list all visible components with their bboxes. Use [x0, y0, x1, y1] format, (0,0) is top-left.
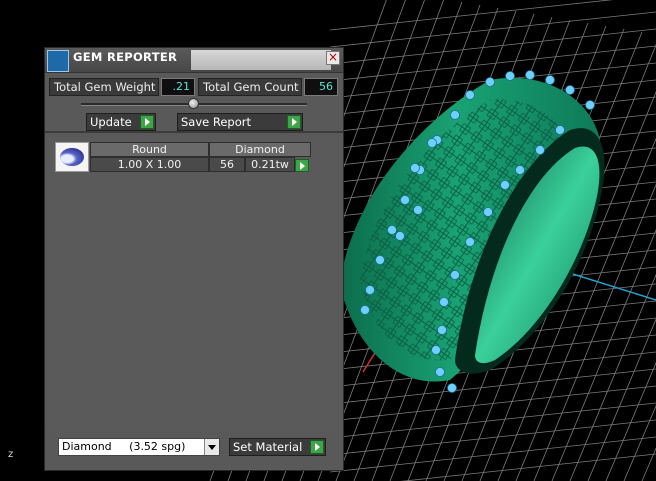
ring-model	[340, 70, 605, 393]
save-report-button[interactable]: Save Report	[177, 113, 303, 131]
close-icon[interactable]: ×	[326, 51, 340, 65]
play-arrow-icon	[287, 115, 301, 129]
set-material-button-label: Set Material	[233, 440, 303, 454]
total-gem-weight-value: .21	[161, 78, 195, 96]
total-gem-count-value: 56	[304, 78, 338, 96]
gem-stone	[360, 305, 370, 315]
gem-stone	[431, 345, 441, 355]
table-header-shape: Round	[90, 142, 209, 157]
gem-stone	[535, 145, 545, 155]
row-select-arrow-icon[interactable]	[295, 159, 309, 172]
gem-stone	[465, 90, 475, 100]
gem-size-cell: 1.00 X 1.00	[90, 157, 209, 172]
gem-stone	[485, 77, 495, 87]
round-diamond-icon	[60, 148, 84, 166]
gem-stone	[505, 71, 515, 81]
gem-stone	[450, 270, 460, 280]
material-select[interactable]: Diamond (3.52 spg)	[58, 438, 220, 456]
gem-stone	[387, 225, 397, 235]
update-button-label: Update	[90, 115, 132, 129]
gem-stone	[483, 207, 493, 217]
chevron-down-icon[interactable]	[204, 439, 219, 455]
gem-stone	[515, 165, 525, 175]
gem-reporter-panel: GEM REPORTER × Total Gem Weight .21 Tota…	[44, 47, 344, 471]
panel-title: GEM REPORTER	[73, 50, 178, 64]
gem-stone	[437, 325, 447, 335]
save-report-button-label: Save Report	[181, 115, 252, 129]
gem-stone	[450, 110, 460, 120]
gem-stone	[447, 383, 457, 393]
update-button[interactable]: Update	[86, 113, 156, 131]
gem-list	[46, 135, 337, 425]
gem-stone	[585, 100, 595, 110]
gem-stone	[375, 255, 385, 265]
material-select-value: Diamond (3.52 spg)	[62, 440, 186, 453]
slider-knob-icon[interactable]	[188, 98, 199, 109]
gem-stone	[427, 138, 437, 148]
gem-stone	[410, 163, 420, 173]
gem-stone	[395, 231, 405, 241]
z-axis-label: z	[8, 449, 14, 460]
gem-stone	[465, 237, 475, 247]
gem-reporter-logo-icon	[47, 50, 69, 72]
gem-stone	[565, 85, 575, 95]
set-material-button[interactable]: Set Material	[229, 438, 326, 456]
gem-stone	[435, 367, 445, 377]
table-header-material: Diamond	[209, 142, 311, 157]
total-gem-weight-label: Total Gem Weight	[49, 78, 159, 96]
gem-count-cell: 56	[209, 157, 245, 172]
gem-thumbnail[interactable]	[55, 142, 89, 172]
gem-stone	[545, 75, 555, 85]
gem-stone	[500, 180, 510, 190]
gem-stone	[525, 70, 535, 80]
gem-stone	[365, 285, 375, 295]
gem-stone	[439, 297, 449, 307]
gem-weight-cell: 0.21tw	[245, 157, 295, 172]
play-arrow-icon	[140, 115, 154, 129]
titlebar-drag-area[interactable]	[191, 50, 331, 70]
gem-stone	[413, 205, 423, 215]
gem-stone	[555, 125, 565, 135]
gem-stone	[400, 195, 410, 205]
play-arrow-icon	[310, 440, 324, 454]
divider	[45, 131, 343, 133]
total-gem-count-label: Total Gem Count	[198, 78, 302, 96]
panel-titlebar[interactable]: GEM REPORTER ×	[45, 48, 343, 73]
